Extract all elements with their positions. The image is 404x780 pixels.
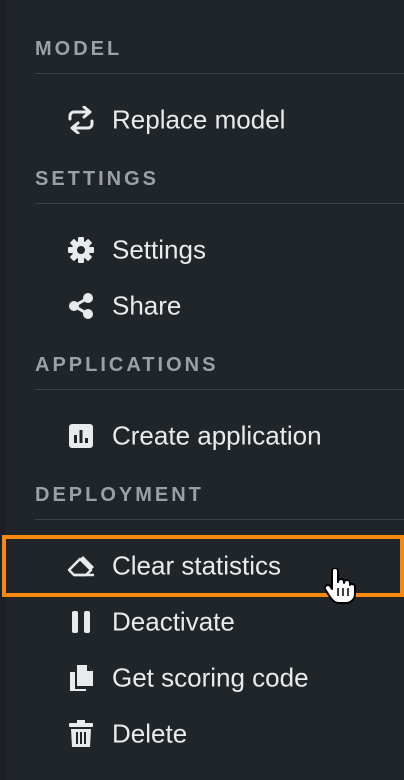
menu-item-share[interactable]: Share — [0, 282, 404, 330]
eraser-icon — [66, 551, 96, 581]
bar-chart-icon — [66, 421, 96, 451]
menu-item-get-scoring-code[interactable]: Get scoring code — [0, 654, 404, 702]
divider — [35, 203, 404, 204]
menu-item-label: Settings — [112, 234, 206, 265]
menu-item-settings[interactable]: Settings — [0, 226, 404, 274]
gear-icon — [66, 235, 96, 265]
refresh-icon — [66, 105, 96, 135]
menu-item-create-application[interactable]: Create application — [0, 412, 404, 460]
section-header-applications: APPLICATIONS — [35, 354, 219, 376]
menu-item-label: Create application — [112, 420, 322, 451]
menu-item-label: Get scoring code — [112, 662, 309, 693]
divider — [35, 73, 404, 74]
pause-icon — [66, 607, 96, 637]
hand-pointer-cursor-icon — [322, 567, 356, 604]
copy-icon — [66, 663, 96, 693]
menu-item-label: Deactivate — [112, 606, 235, 637]
menu-item-label: Clear statistics — [112, 550, 282, 581]
divider — [35, 389, 404, 390]
menu-item-label: Share — [112, 290, 182, 321]
menu-item-replace-model[interactable]: Replace model — [0, 96, 404, 144]
section-header-settings: SETTINGS — [35, 168, 160, 190]
menu-item-delete[interactable]: Delete — [0, 710, 404, 758]
section-header-deployment: DEPLOYMENT — [35, 484, 204, 506]
actions-menu: MODEL Replace model SETTINGS Settings Sh… — [0, 0, 404, 780]
menu-item-label: Delete — [112, 718, 188, 749]
section-header-model: MODEL — [35, 38, 123, 60]
menu-item-deactivate[interactable]: Deactivate — [0, 598, 404, 646]
trash-icon — [66, 719, 96, 749]
divider — [35, 519, 404, 520]
share-icon — [66, 291, 96, 321]
menu-item-label: Replace model — [112, 104, 286, 135]
